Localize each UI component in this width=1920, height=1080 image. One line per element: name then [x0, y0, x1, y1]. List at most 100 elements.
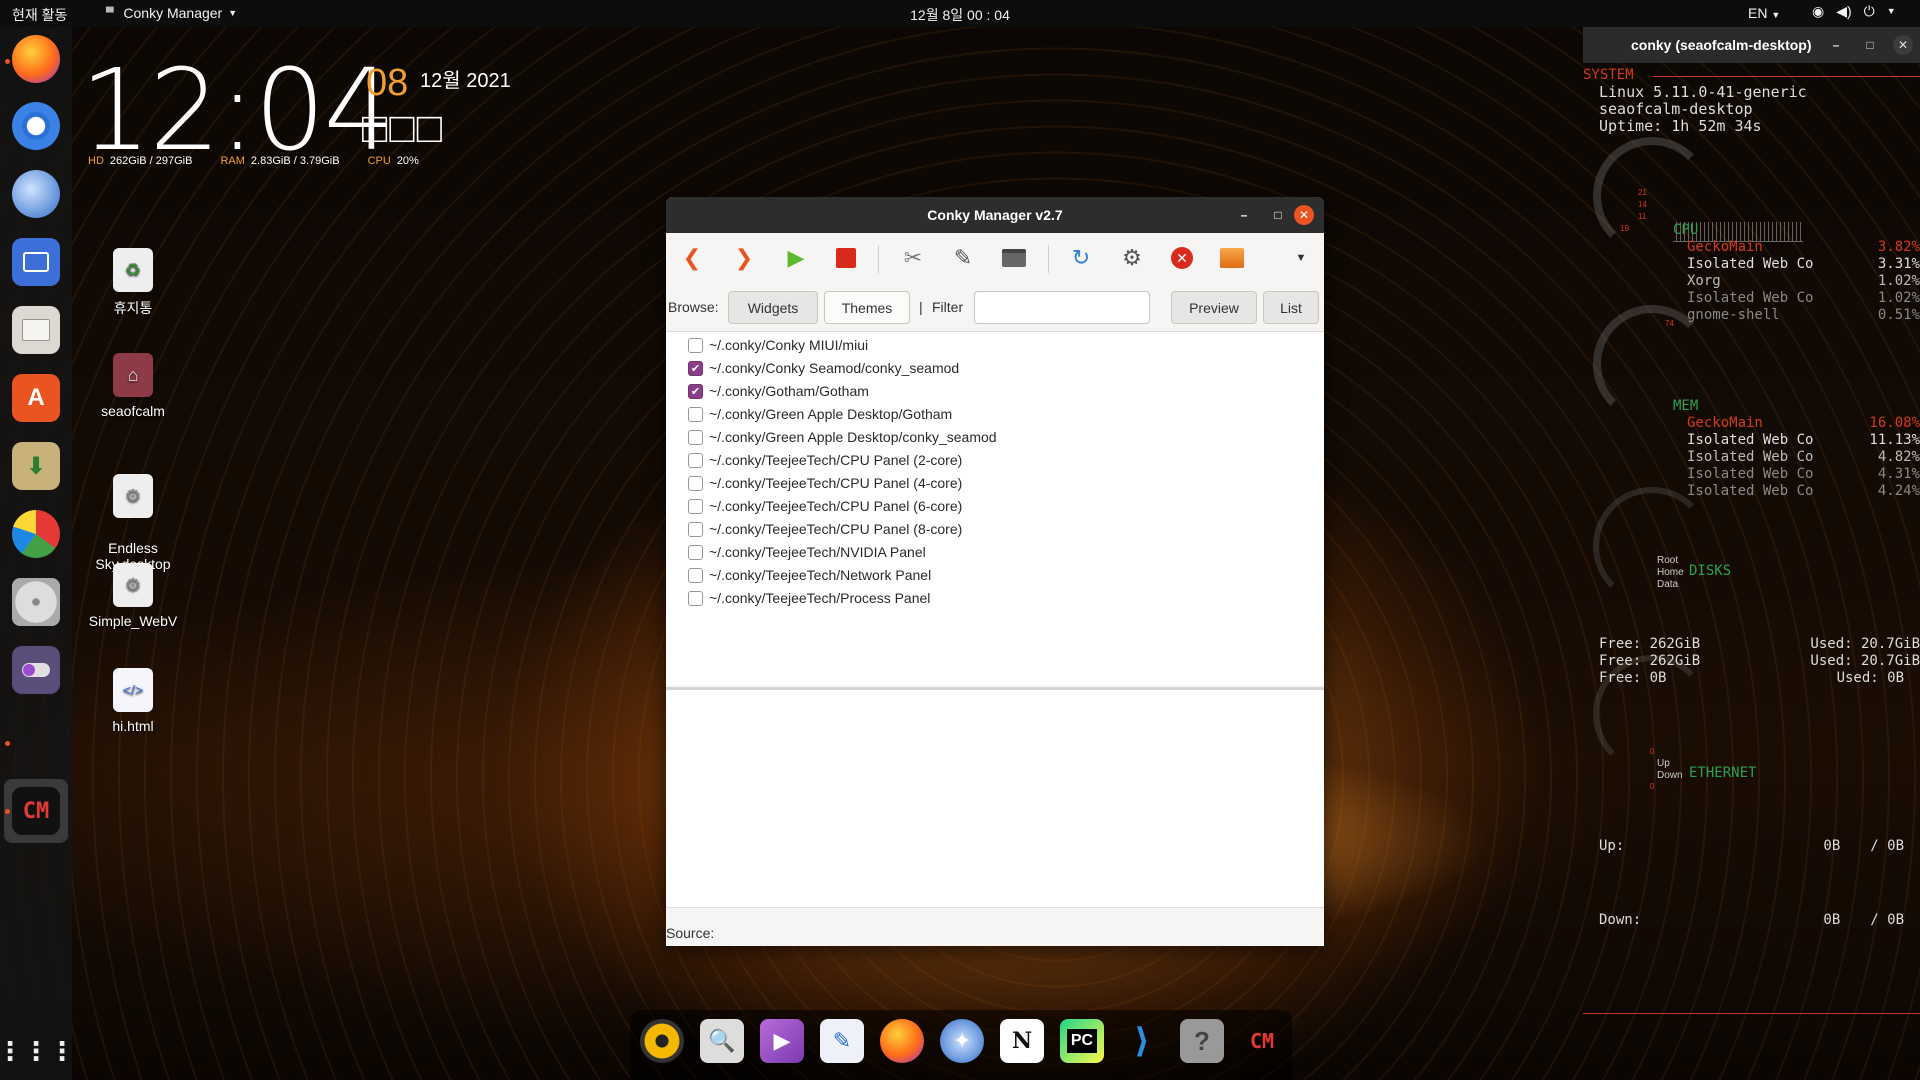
minimize-button[interactable]: –	[1234, 205, 1254, 225]
close-button[interactable]: ✕	[1893, 35, 1913, 55]
disk-usage-icon[interactable]	[12, 510, 60, 558]
browse-label: Browse:	[668, 299, 719, 315]
desktop-icon-trash[interactable]: ♻ 휴지통	[78, 248, 188, 318]
system-tray[interactable]: ◉ ◀) ⏻ ▼	[1812, 3, 1896, 20]
workspaces-icon[interactable]	[12, 238, 60, 286]
settings-toggle-icon[interactable]	[12, 646, 60, 694]
software-center-icon[interactable]: A	[12, 374, 60, 422]
mem-proc-value: 4.31%	[1877, 466, 1920, 482]
vscode-icon[interactable]: ⟩	[1120, 1019, 1164, 1063]
widgets-button[interactable]: Widgets	[728, 291, 818, 324]
net-label: Up	[1657, 758, 1670, 769]
down-label: Down:	[1599, 912, 1642, 928]
desktop-icon-home[interactable]: ⌂ seaofcalm	[78, 353, 188, 419]
image-viewer-icon[interactable]: 🔍	[700, 1019, 744, 1063]
list-item[interactable]: ~/.conky/TeejeeTech/CPU Panel (6-core)	[688, 495, 962, 517]
package-icon[interactable]	[1217, 243, 1247, 273]
video-player-icon[interactable]: ▶	[760, 1019, 804, 1063]
list-item[interactable]: ~/.conky/Conky MIUI/miui	[688, 334, 868, 356]
edit-icon[interactable]: ✎	[948, 243, 978, 273]
checkbox[interactable]	[688, 590, 703, 606]
input-language[interactable]: EN ▼	[1748, 5, 1780, 21]
date-time-button[interactable]: 12월 8일 00 : 04	[910, 7, 1010, 23]
text-editor-icon[interactable]: ✎	[820, 1019, 864, 1063]
help-icon[interactable]: ?	[1180, 1019, 1224, 1063]
cpu-proc-name: Isolated Web Co	[1687, 290, 1814, 306]
list-item[interactable]: ✔ ~/.conky/Gotham/Gotham	[688, 380, 869, 402]
preview-button[interactable]: Preview	[1171, 291, 1257, 324]
list-item[interactable]: ~/.conky/TeejeeTech/CPU Panel (8-core)	[688, 518, 962, 540]
checkbox[interactable]	[688, 498, 703, 514]
checkbox[interactable]	[688, 337, 703, 353]
checkbox[interactable]: ✔	[688, 360, 703, 376]
archive-manager-icon[interactable]: ⬇	[12, 442, 60, 490]
maximize-button[interactable]: □	[1268, 205, 1288, 225]
kill-icon[interactable]: ✕	[1167, 243, 1197, 273]
desktop-icon-simple-webv[interactable]: ⚙ Simple_WebV	[78, 563, 188, 629]
desktop-icon-label: 휴지통	[113, 300, 153, 316]
close-button[interactable]: ✕	[1294, 205, 1314, 225]
manager-title-bar[interactable]: Conky Manager v2.7 – □ ✕	[666, 197, 1324, 233]
bottom-taskbar: 🔍 ▶ ✎ ✦ N PC ⟩ ? CM	[630, 1010, 1292, 1080]
conky-title-bar[interactable]: conky (seaofcalm-desktop) – □ ✕	[1583, 27, 1920, 63]
list-item[interactable]: ~/.conky/TeejeeTech/Process Panel	[688, 587, 930, 609]
checkbox[interactable]	[688, 544, 703, 560]
filter-input[interactable]	[974, 291, 1150, 324]
rhythmbox-icon[interactable]	[640, 1019, 684, 1063]
volume-icon: ◀)	[1836, 3, 1852, 19]
web-browser-icon[interactable]: ✦	[940, 1019, 984, 1063]
refresh-icon[interactable]: ↻	[1066, 243, 1096, 273]
mem-header: MEM	[1673, 398, 1699, 414]
stop-icon[interactable]	[831, 243, 861, 273]
maximize-button[interactable]: □	[1860, 35, 1880, 55]
disk-label: Data	[1657, 579, 1679, 590]
minimize-button[interactable]: –	[1826, 35, 1846, 55]
mem-proc-value: 4.24%	[1877, 483, 1920, 499]
next-icon[interactable]: ❯	[729, 243, 759, 273]
disk-icon[interactable]	[12, 578, 60, 626]
list-item[interactable]: ~/.conky/Green Apple Desktop/conky_seamo…	[688, 426, 997, 448]
firefox-icon[interactable]	[12, 35, 60, 83]
checkbox[interactable]: ✔	[688, 383, 703, 399]
conky-manager-icon[interactable]: CM	[12, 787, 60, 835]
firefox-icon[interactable]	[880, 1019, 924, 1063]
tools-icon[interactable]: ✂	[898, 243, 928, 273]
conky-manager-icon[interactable]: CM	[1240, 1019, 1284, 1063]
disk-used: Used: 20.7GiB	[1810, 653, 1920, 669]
list-item[interactable]: ✔ ~/.conky/Conky Seamod/conky_seamod	[688, 357, 959, 379]
list-item[interactable]: ~/.conky/Green Apple Desktop/Gotham	[688, 403, 952, 425]
list-button[interactable]: List	[1263, 291, 1319, 324]
folder-icon[interactable]	[999, 243, 1029, 273]
list-item[interactable]: ~/.conky/TeejeeTech/Network Panel	[688, 564, 931, 586]
chevron-down-icon: ▼	[1771, 10, 1781, 20]
app-menu[interactable]: ▝▘ Conky Manager ▼	[102, 5, 237, 21]
chromium-icon[interactable]	[12, 102, 60, 150]
activities-button[interactable]: 현재 활동	[12, 5, 67, 25]
previous-icon[interactable]: ❮	[677, 243, 707, 273]
running-indicator	[5, 809, 10, 814]
net-label: Down	[1657, 770, 1683, 781]
app-grid-icon[interactable]: ⋮⋮⋮	[0, 1027, 75, 1075]
checkbox[interactable]	[688, 475, 703, 491]
list-item[interactable]: ~/.conky/TeejeeTech/CPU Panel (2-core)	[688, 449, 962, 471]
checkbox[interactable]	[688, 406, 703, 422]
cpu-proc-name: gnome-shell	[1687, 307, 1780, 323]
checkbox[interactable]	[688, 452, 703, 468]
list-item[interactable]: ~/.conky/TeejeeTech/NVIDIA Panel	[688, 541, 926, 563]
desktop-icon-hi-html[interactable]: </> hi.html	[78, 668, 188, 734]
chevron-down-icon[interactable]: ▼	[1286, 243, 1316, 273]
themes-button[interactable]: Themes	[824, 291, 910, 324]
checkbox[interactable]	[688, 429, 703, 445]
thunderbird-icon[interactable]	[12, 170, 60, 218]
play-icon[interactable]: ▶	[781, 243, 811, 273]
list-item-label: ~/.conky/Gotham/Gotham	[709, 383, 869, 399]
pycharm-icon[interactable]: PC	[1060, 1019, 1104, 1063]
divider	[1583, 1013, 1920, 1014]
settings-icon[interactable]: ⚙	[1117, 243, 1147, 273]
gear-icon: ⚙	[113, 563, 153, 607]
notion-icon[interactable]: N	[1000, 1019, 1044, 1063]
checkbox[interactable]	[688, 567, 703, 583]
files-icon[interactable]	[12, 306, 60, 354]
list-item[interactable]: ~/.conky/TeejeeTech/CPU Panel (4-core)	[688, 472, 962, 494]
checkbox[interactable]	[688, 521, 703, 537]
